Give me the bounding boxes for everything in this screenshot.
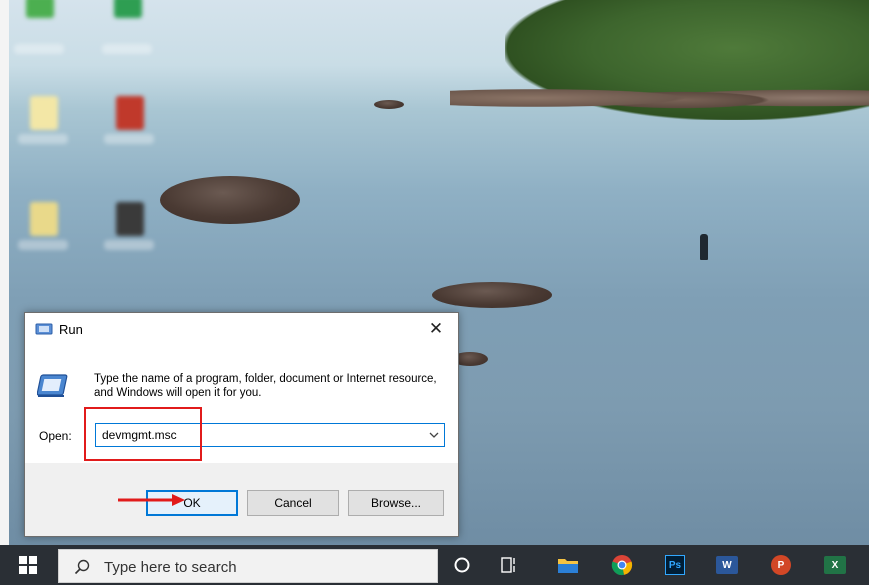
powerpoint-icon[interactable]: P <box>769 553 793 577</box>
chevron-down-icon[interactable] <box>427 427 441 443</box>
browse-button[interactable]: Browse... <box>348 490 444 516</box>
shortcut-label <box>102 44 152 54</box>
close-button[interactable]: ✕ <box>414 313 458 345</box>
wallpaper-rock <box>432 282 552 308</box>
taskbar-search-box[interactable]: Type here to search <box>58 549 438 583</box>
chrome-icon[interactable] <box>610 553 634 577</box>
desktop-shortcut[interactable] <box>100 196 158 256</box>
dialog-description: Type the name of a program, folder, docu… <box>94 373 437 399</box>
shortcut-label <box>18 134 68 144</box>
start-button[interactable] <box>0 545 55 585</box>
annotation-highlight-box <box>84 407 202 461</box>
photoshop-logo-icon: Ps <box>665 555 685 575</box>
circle-icon <box>454 557 470 573</box>
shortcut-label <box>18 240 68 250</box>
task-view-icon[interactable] <box>497 553 521 577</box>
wallpaper-swimmer <box>700 234 708 260</box>
powerpoint-logo-icon: P <box>771 555 791 575</box>
shortcut-icon <box>26 0 54 18</box>
photoshop-icon[interactable]: Ps <box>663 553 687 577</box>
excel-icon[interactable]: X <box>823 553 847 577</box>
shortcut-label <box>104 240 154 250</box>
desktop-shortcut[interactable] <box>100 90 158 150</box>
desktop-shortcut[interactable] <box>98 0 156 60</box>
shortcut-icon <box>116 96 144 130</box>
cancel-button[interactable]: Cancel <box>247 490 339 516</box>
folder-icon <box>558 559 578 573</box>
shortcut-label <box>104 134 154 144</box>
taskbar: Type here to search Ps W P X <box>0 545 869 585</box>
shortcut-icon <box>114 0 142 18</box>
desktop-shortcut[interactable] <box>14 196 72 256</box>
wallpaper-rocks <box>450 78 869 118</box>
file-explorer-icon[interactable] <box>556 553 580 577</box>
cortana-circle-icon[interactable] <box>450 553 474 577</box>
wallpaper-rock <box>160 176 300 224</box>
shortcut-icon <box>116 202 144 236</box>
search-placeholder: Type here to search <box>104 559 237 576</box>
shortcut-icon <box>30 202 58 236</box>
annotation-arrow-icon <box>118 494 185 506</box>
run-program-icon <box>37 374 68 397</box>
task-view-glyph-icon <box>501 557 515 573</box>
chrome-logo-icon <box>611 555 633 576</box>
word-icon[interactable]: W <box>715 553 739 577</box>
wallpaper-rock <box>374 100 404 109</box>
run-icon <box>35 323 53 335</box>
dialog-title: Run <box>59 322 83 337</box>
close-icon: ✕ <box>428 319 444 338</box>
windows-logo-icon <box>18 556 37 574</box>
screen-edge <box>0 0 9 545</box>
word-logo-icon: W <box>716 556 738 574</box>
desktop-shortcut[interactable] <box>10 0 68 60</box>
excel-logo-icon: X <box>824 556 846 574</box>
shortcut-label <box>14 44 64 54</box>
open-label: Open: <box>39 429 72 443</box>
desktop-shortcut[interactable] <box>14 90 72 150</box>
shortcut-icon <box>30 96 58 130</box>
title-bar[interactable]: Run ✕ <box>25 313 458 345</box>
search-icon <box>74 559 90 575</box>
